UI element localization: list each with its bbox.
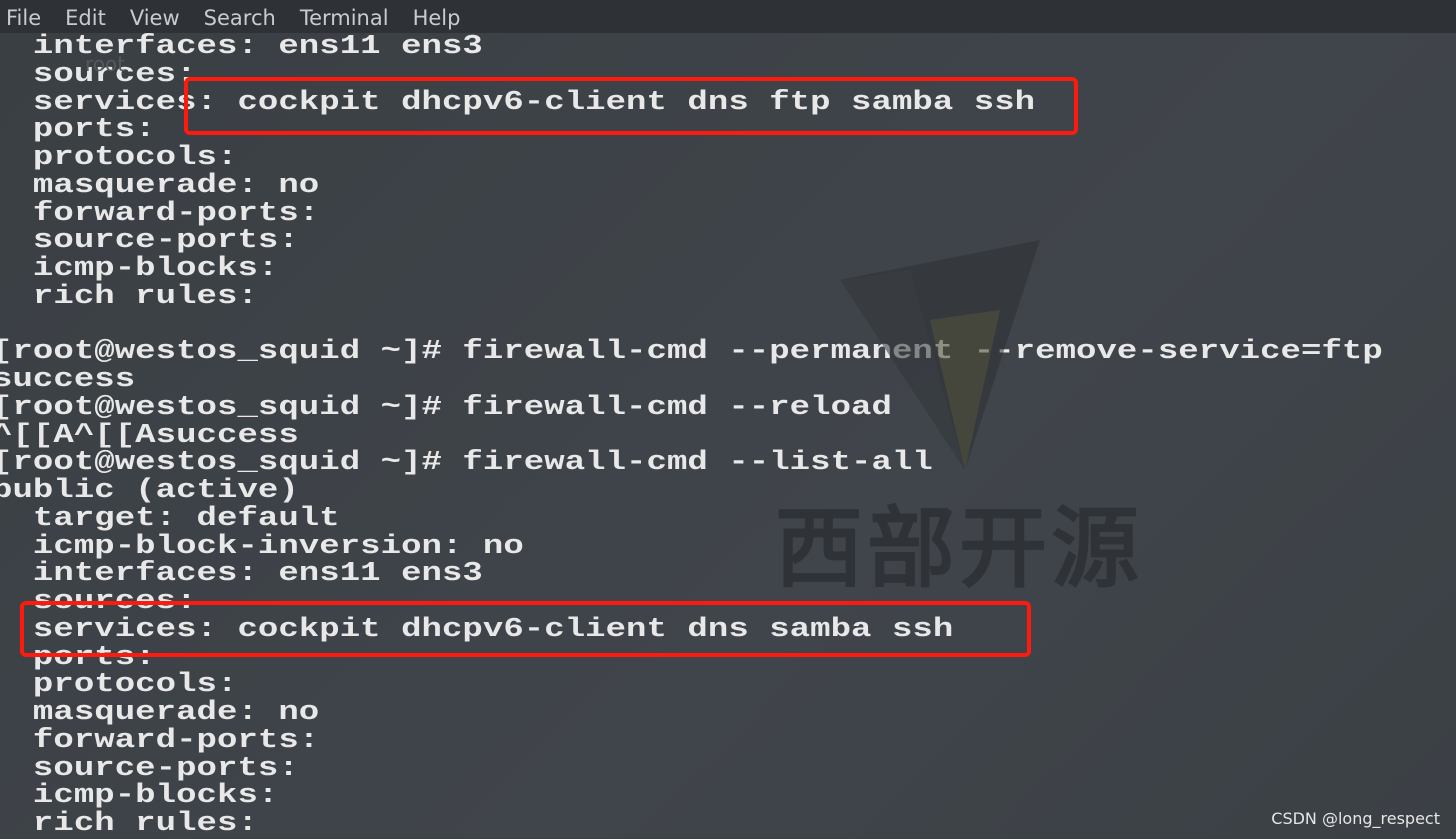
- terminal-line: [root@westos_squid ~]# firewall-cmd --pe…: [0, 337, 1383, 368]
- terminal-line: icmp-block-inversion: no: [0, 531, 524, 562]
- highlight-box-services-after: [20, 601, 1031, 657]
- terminal-line: target: default: [0, 503, 340, 534]
- menu-view[interactable]: View: [130, 6, 180, 30]
- terminal-line: masquerade: no: [0, 170, 320, 201]
- menu-file[interactable]: File: [6, 6, 41, 30]
- terminal-line: rich rules:: [0, 281, 258, 312]
- terminal-line: protocols:: [0, 670, 238, 701]
- terminal-line: interfaces: ens11 ens3: [0, 32, 483, 62]
- terminal-line: forward-ports:: [0, 725, 320, 756]
- terminal-line: [root@westos_squid ~]# firewall-cmd --re…: [0, 392, 892, 423]
- terminal-output[interactable]: interfaces: ens11 ens3 sources: services…: [0, 33, 1456, 838]
- terminal-line: protocols:: [0, 143, 238, 173]
- terminal-line: forward-ports:: [0, 198, 320, 229]
- watermark-logo-icon: [840, 240, 1040, 470]
- menu-edit[interactable]: Edit: [65, 6, 106, 30]
- terminal-line: source-ports:: [0, 753, 299, 784]
- terminal-line: icmp-blocks:: [0, 781, 279, 812]
- menu-help[interactable]: Help: [413, 6, 461, 30]
- terminal-line: masquerade: no: [0, 698, 320, 728]
- terminal-line: success: [0, 365, 136, 395]
- terminal-line: ^[[A^[[Asuccess: [0, 420, 299, 451]
- menu-terminal[interactable]: Terminal: [300, 6, 389, 30]
- terminal-line: rich rules:: [0, 809, 258, 839]
- terminal-line: source-ports:: [0, 226, 299, 257]
- terminal-line: icmp-blocks:: [0, 254, 279, 284]
- menu-search[interactable]: Search: [204, 6, 276, 30]
- menu-bar: File Edit View Search Terminal Help: [0, 0, 1456, 36]
- desktop-ghost-label: root: [85, 52, 126, 76]
- terminal-line: public (active): [0, 476, 299, 506]
- terminal-line: interfaces: ens11 ens3: [0, 559, 483, 590]
- watermark-text: 西部开源: [775, 497, 1144, 600]
- highlight-box-services-before: [184, 77, 1078, 135]
- terminal-line: ports:: [0, 115, 156, 146]
- credit-watermark: CSDN @long_respect: [1271, 809, 1440, 828]
